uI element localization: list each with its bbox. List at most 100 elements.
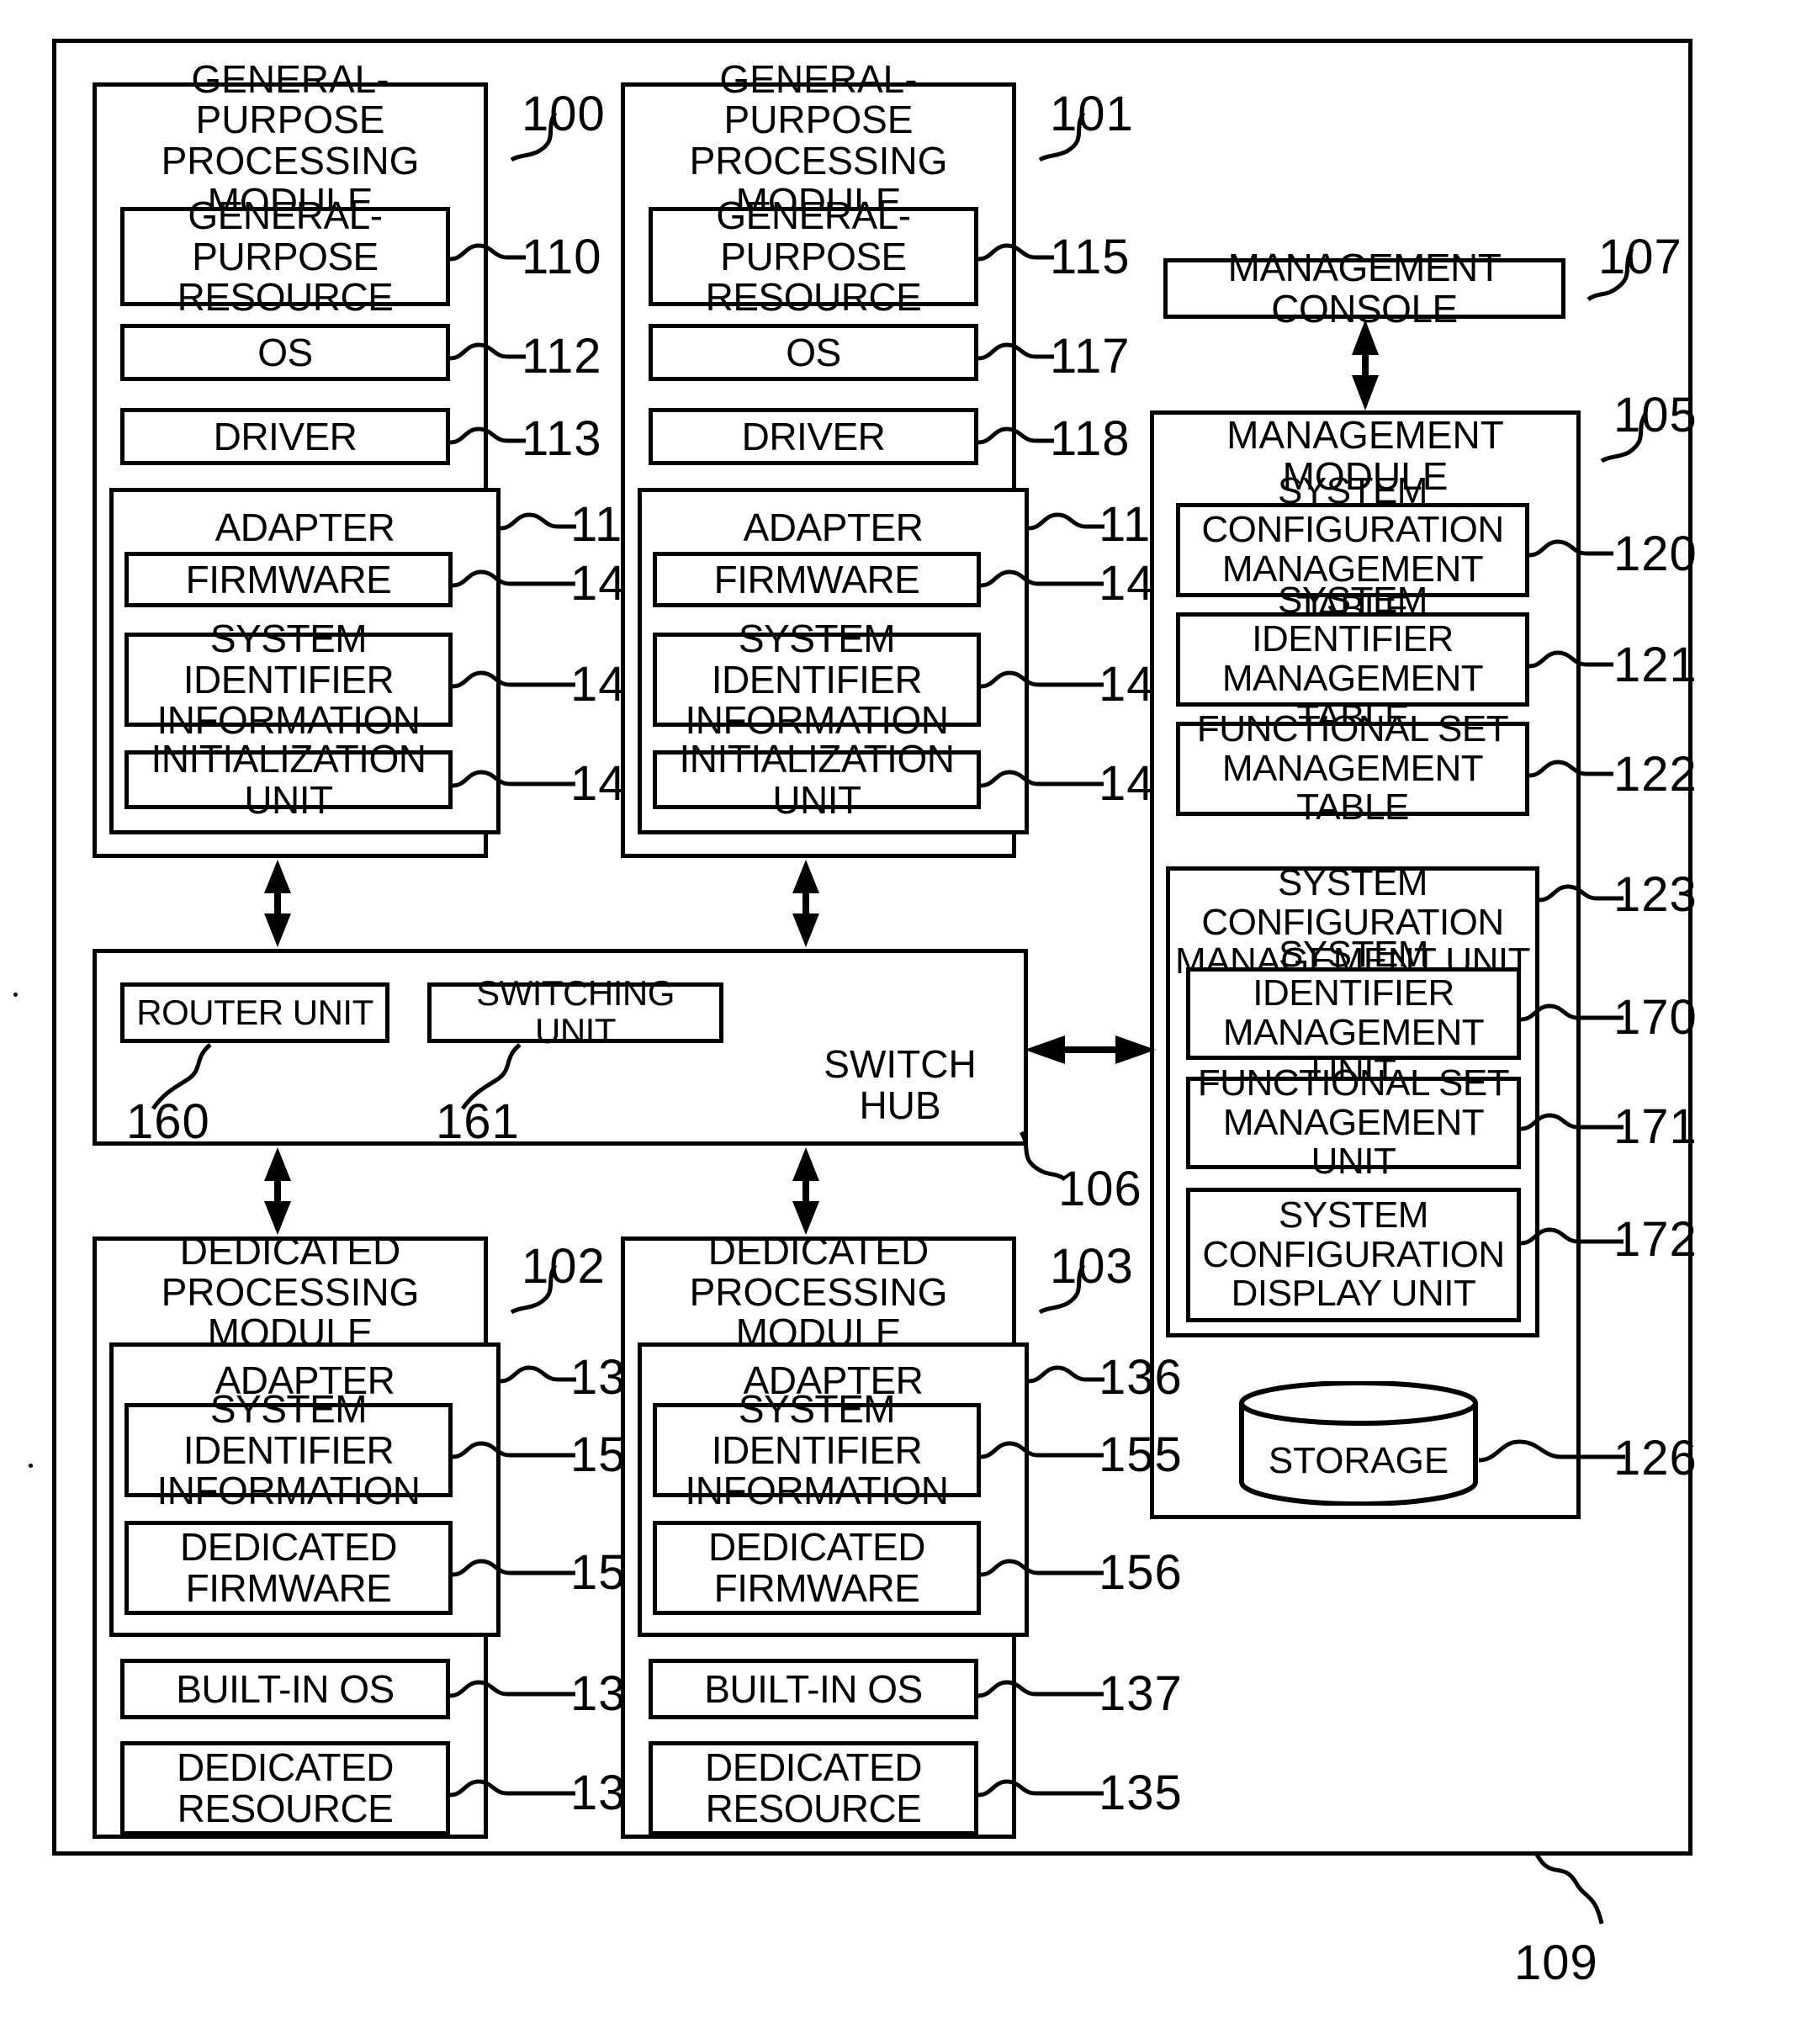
ref-156: 156 xyxy=(1099,1545,1183,1600)
ref-100: 100 xyxy=(522,87,606,141)
ded-builtin-os-137: BUILT-IN OS xyxy=(649,1659,978,1719)
ref-126: 126 xyxy=(1613,1431,1698,1485)
ded-resource-135: DEDICATED RESOURCE xyxy=(649,1741,978,1835)
gp-os-112: OS xyxy=(120,324,450,381)
ref-102: 102 xyxy=(522,1239,606,1294)
storage-126-label: STORAGE xyxy=(1268,1439,1449,1481)
gp-driver-113: DRIVER xyxy=(120,408,450,465)
ded-system-identifier-info-150: SYSTEM IDENTIFIER INFORMATION xyxy=(124,1389,453,1512)
ded-builtin-os-132: BUILT-IN OS xyxy=(120,1659,450,1719)
gp-adapter-111-label: ADAPTER xyxy=(215,505,395,549)
ref-103: 103 xyxy=(1050,1239,1134,1294)
gp-os-117: OS xyxy=(649,324,978,381)
ded-resource-135-line2: RESOURCE xyxy=(705,1787,922,1830)
gp-initialization-unit-147: INITIALIZATION UNIT xyxy=(653,739,981,820)
func-set-table-122-line1: FUNCTIONAL SET xyxy=(1196,708,1509,750)
gp-resource-115-line2: RESOURCE xyxy=(705,275,922,320)
ded-sysid-155-line2: INFORMATION xyxy=(685,1469,949,1513)
ded-firmware-151: DEDICATED FIRMWARE xyxy=(124,1521,453,1615)
gp-driver-113-label: DRIVER xyxy=(213,414,358,458)
ded-resource-130-line1: DEDICATED xyxy=(177,1745,394,1790)
ref-171: 171 xyxy=(1613,1099,1698,1154)
ded-builtin-os-132-label: BUILT-IN OS xyxy=(176,1666,395,1711)
gp-sysid-141-line2: INFORMATION xyxy=(156,698,421,743)
router-unit-160: ROUTER UNIT xyxy=(120,982,389,1043)
ded-sysid-150-line1: SYSTEM IDENTIFIER xyxy=(183,1386,395,1472)
gp-os-112-label: OS xyxy=(257,330,313,374)
gp-firmware-145: FIRMWARE xyxy=(653,552,981,607)
switching-unit-161: SWITCHING UNIT xyxy=(427,975,723,1050)
func-set-unit-171-line1: FUNCTIONAL SET xyxy=(1197,1062,1510,1104)
ref-120: 120 xyxy=(1613,527,1698,581)
func-set-table-122-line2: MANAGEMENT TABLE xyxy=(1221,747,1484,829)
ref-161: 161 xyxy=(436,1094,520,1149)
sys-id-table-121-line1: SYSTEM IDENTIFIER xyxy=(1252,579,1454,660)
gp-module-101-title: GENERAL-PURPOSE PROCESSING MODULE xyxy=(625,58,1012,222)
sys-config-display-unit-172-line1: SYSTEM xyxy=(1279,1194,1428,1236)
leader-line-109 xyxy=(1533,1851,1604,1925)
switch-hub-106-label: SWITCH HUB xyxy=(824,1042,977,1127)
sys-config-display-unit-172-line3: DISPLAY UNIT xyxy=(1231,1273,1476,1315)
management-console-107: MANAGEMENT CONSOLE xyxy=(1163,247,1565,329)
gp-initialization-unit-142: INITIALIZATION UNIT xyxy=(124,739,453,820)
sys-config-table-120-line1: SYSTEM CONFIGURATION xyxy=(1201,469,1504,551)
patent-figure: 109 GENERAL-PURPOSE PROCESSING MODULE 10… xyxy=(0,0,1801,2044)
ded-firmware-156-line1: DEDICATED xyxy=(708,1525,925,1570)
router-unit-160-label: ROUTER UNIT xyxy=(136,992,373,1032)
ref-106: 106 xyxy=(1058,1162,1142,1216)
scan-artifact-dot xyxy=(29,1464,33,1468)
gp-sysid-146-line1: SYSTEM IDENTIFIER xyxy=(711,616,923,702)
ref-136: 136 xyxy=(1099,1350,1183,1405)
gp-resource-110-line1: GENERAL-PURPOSE xyxy=(188,193,383,278)
ref-110: 110 xyxy=(522,230,602,284)
switching-unit-161-label: SWITCHING UNIT xyxy=(476,973,675,1051)
arrow-console-to-management-module xyxy=(1352,320,1379,410)
arrow-gp100-to-hub xyxy=(264,860,291,947)
ded-module-103-title-line1: DEDICATED xyxy=(707,1228,930,1273)
ded-builtin-os-137-label: BUILT-IN OS xyxy=(704,1666,923,1711)
ref-121: 121 xyxy=(1613,638,1698,692)
ded-resource-130-line2: RESOURCE xyxy=(177,1787,394,1830)
gp-module-100-title-line1: GENERAL-PURPOSE xyxy=(191,56,389,142)
gp-resource-110-line2: RESOURCE xyxy=(177,275,394,320)
gp-resource-110: GENERAL-PURPOSE RESOURCE xyxy=(120,195,450,318)
system-identifier-management-table-121: SYSTEM IDENTIFIER MANAGEMENT TABLE xyxy=(1176,580,1529,738)
ded-module-102-title-line2: PROCESSING MODULE xyxy=(161,1269,420,1355)
gp-firmware-145-label: FIRMWARE xyxy=(713,557,920,601)
gp-system-identifier-info-141: SYSTEM IDENTIFIER INFORMATION xyxy=(124,618,453,741)
ded-resource-135-line1: DEDICATED xyxy=(705,1745,922,1790)
gp-resource-115-line1: GENERAL-PURPOSE xyxy=(716,193,911,278)
ded-firmware-156: DEDICATED FIRMWARE xyxy=(653,1521,981,1615)
gp-module-101-title-line1: GENERAL-PURPOSE xyxy=(719,56,918,142)
arrow-gp101-to-hub xyxy=(792,860,819,947)
gp-os-117-label: OS xyxy=(786,330,841,374)
ref-107: 107 xyxy=(1598,230,1682,284)
arrow-hub-to-management-module xyxy=(1025,1035,1156,1064)
ded-firmware-151-line2: FIRMWARE xyxy=(185,1566,392,1610)
gp-adapter-116-label: ADAPTER xyxy=(743,505,924,549)
ref-101: 101 xyxy=(1050,87,1134,141)
ref-109: 109 xyxy=(1514,1935,1598,1990)
ref-135: 135 xyxy=(1099,1766,1183,1820)
ref-118: 118 xyxy=(1050,411,1131,466)
gp-firmware-140: FIRMWARE xyxy=(124,552,453,607)
gp-driver-118: DRIVER xyxy=(649,408,978,465)
ref-123: 123 xyxy=(1613,867,1698,922)
gp-resource-115: GENERAL-PURPOSE RESOURCE xyxy=(649,195,978,318)
ded-sysid-155-line1: SYSTEM IDENTIFIER xyxy=(711,1386,923,1472)
ref-115: 115 xyxy=(1050,230,1131,284)
gp-module-100-title: GENERAL-PURPOSE PROCESSING MODULE xyxy=(97,58,484,222)
sys-id-unit-170-line1: SYSTEM IDENTIFIER xyxy=(1253,933,1454,1014)
ref-172: 172 xyxy=(1613,1212,1698,1267)
scan-artifact-dot xyxy=(13,993,18,997)
ded-module-102-title: DEDICATED PROCESSING MODULE xyxy=(97,1231,484,1353)
ref-170: 170 xyxy=(1613,990,1698,1045)
gp-init-147-label: INITIALIZATION UNIT xyxy=(679,737,955,822)
ref-122: 122 xyxy=(1613,747,1698,802)
gp-driver-118-label: DRIVER xyxy=(741,414,886,458)
ref-113: 113 xyxy=(522,411,602,466)
functional-set-management-table-122: FUNCTIONAL SET MANAGEMENT TABLE xyxy=(1176,709,1529,827)
ref-105: 105 xyxy=(1613,388,1698,442)
gp-firmware-140-label: FIRMWARE xyxy=(185,557,392,601)
ref-137: 137 xyxy=(1099,1666,1183,1721)
